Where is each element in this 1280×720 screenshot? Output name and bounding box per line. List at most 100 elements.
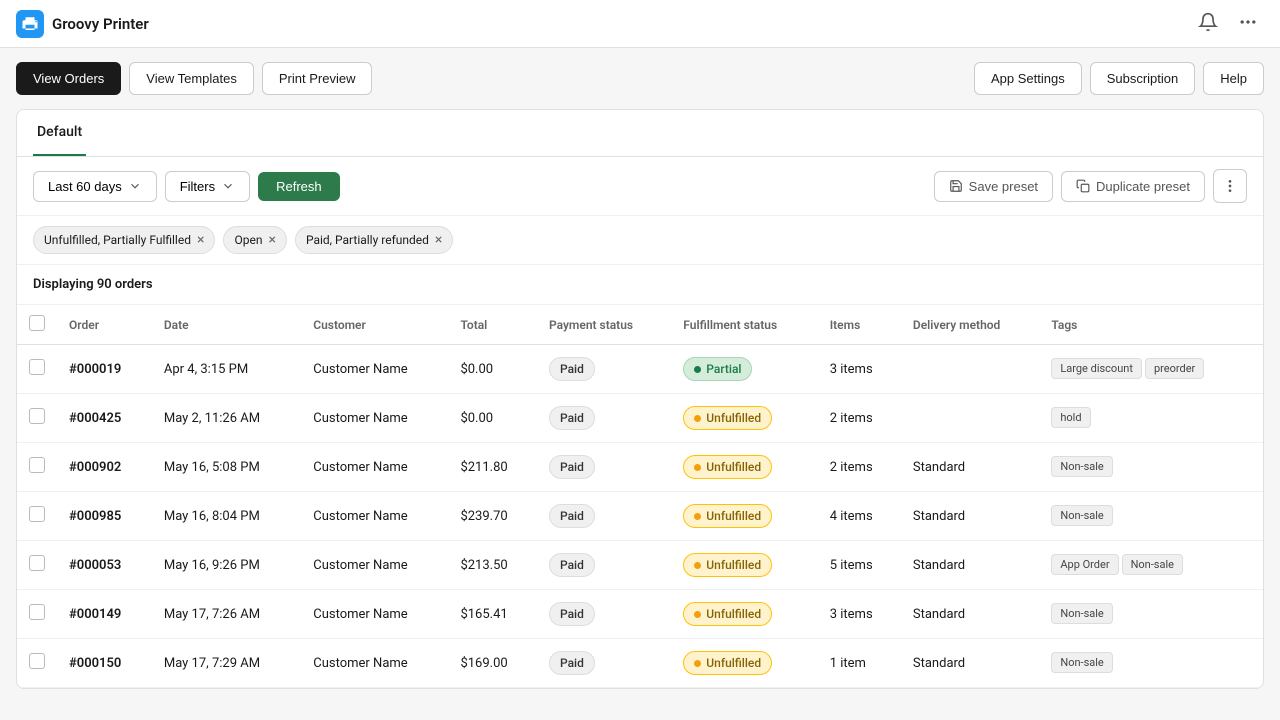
payment-badge: Paid <box>549 553 595 577</box>
view-templates-button[interactable]: View Templates <box>129 62 254 95</box>
col-tags: Tags <box>1039 305 1263 345</box>
order-total: $165.41 <box>448 590 537 639</box>
order-number[interactable]: #000019 <box>57 345 152 394</box>
more-actions-button[interactable] <box>1213 169 1247 203</box>
payment-badge: Paid <box>549 406 595 430</box>
navbar: View Orders View Templates Print Preview… <box>0 48 1280 109</box>
print-preview-button[interactable]: Print Preview <box>262 62 373 95</box>
order-payment-status: Paid <box>537 394 671 443</box>
fulfillment-badge: Unfulfilled <box>683 553 772 577</box>
order-customer: Customer Name <box>301 394 448 443</box>
order-customer: Customer Name <box>301 492 448 541</box>
order-payment-status: Paid <box>537 443 671 492</box>
more-options-icon[interactable] <box>1232 6 1264 42</box>
fulfillment-badge: Unfulfilled <box>683 651 772 675</box>
order-number[interactable]: #000149 <box>57 590 152 639</box>
topbar-right <box>1192 6 1264 42</box>
order-customer: Customer Name <box>301 443 448 492</box>
app-icon <box>16 10 44 38</box>
order-payment-status: Paid <box>537 492 671 541</box>
filter-right: Save preset Duplicate preset <box>934 169 1247 203</box>
order-number[interactable]: #000902 <box>57 443 152 492</box>
main-content: Default Last 60 days Filters Refresh Sav <box>0 109 1280 689</box>
bell-icon[interactable] <box>1192 6 1224 42</box>
order-number[interactable]: #000985 <box>57 492 152 541</box>
status-dot <box>694 366 701 373</box>
order-number[interactable]: #000425 <box>57 394 152 443</box>
col-date: Date <box>152 305 301 345</box>
row-checkbox-2[interactable] <box>29 457 45 473</box>
ellipsis-icon <box>1222 178 1238 194</box>
filter-chip-1: Open × <box>223 226 286 254</box>
order-date: May 2, 11:26 AM <box>152 394 301 443</box>
filters-button[interactable]: Filters <box>165 171 250 202</box>
filter-bar: Last 60 days Filters Refresh Save preset… <box>17 157 1263 216</box>
table-row: #000425 May 2, 11:26 AM Customer Name $0… <box>17 394 1263 443</box>
remove-filter-2[interactable]: × <box>435 232 442 248</box>
subscription-button[interactable]: Subscription <box>1090 62 1196 95</box>
chevron-down-icon <box>128 179 142 193</box>
tag: Non-sale <box>1122 554 1183 575</box>
topbar: Groovy Printer <box>0 0 1280 48</box>
order-items: 4 items <box>818 492 901 541</box>
row-checkbox-0[interactable] <box>29 359 45 375</box>
status-dot <box>694 513 701 520</box>
row-checkbox-4[interactable] <box>29 555 45 571</box>
payment-badge: Paid <box>549 651 595 675</box>
row-checkbox-1[interactable] <box>29 408 45 424</box>
order-fulfillment-status: Unfulfilled <box>671 590 817 639</box>
select-all-checkbox[interactable] <box>29 315 45 331</box>
tag: Non-sale <box>1051 652 1112 673</box>
table-row: #000019 Apr 4, 3:15 PM Customer Name $0.… <box>17 345 1263 394</box>
row-checkbox-3[interactable] <box>29 506 45 522</box>
order-total: $213.50 <box>448 541 537 590</box>
tag: Large discount <box>1051 358 1142 379</box>
order-date: May 16, 8:04 PM <box>152 492 301 541</box>
status-dot <box>694 562 701 569</box>
order-number[interactable]: #000150 <box>57 639 152 688</box>
remove-filter-1[interactable]: × <box>268 232 275 248</box>
fulfillment-badge: Unfulfilled <box>683 504 772 528</box>
fulfillment-badge: Unfulfilled <box>683 406 772 430</box>
order-number[interactable]: #000053 <box>57 541 152 590</box>
order-delivery: Standard <box>901 639 1039 688</box>
order-fulfillment-status: Unfulfilled <box>671 639 817 688</box>
order-items: 1 item <box>818 639 901 688</box>
row-checkbox-6[interactable] <box>29 653 45 669</box>
payment-badge: Paid <box>549 455 595 479</box>
tag: Non-sale <box>1051 456 1112 477</box>
order-delivery <box>901 345 1039 394</box>
order-fulfillment-status: Unfulfilled <box>671 443 817 492</box>
save-preset-button[interactable]: Save preset <box>934 171 1053 202</box>
navbar-right: App Settings Subscription Help <box>974 62 1264 95</box>
order-tags: Non-sale <box>1039 639 1263 688</box>
table-row: #000150 May 17, 7:29 AM Customer Name $1… <box>17 639 1263 688</box>
tag: Non-sale <box>1051 505 1112 526</box>
tab-default[interactable]: Default <box>33 110 86 156</box>
payment-badge: Paid <box>549 504 595 528</box>
row-checkbox-5[interactable] <box>29 604 45 620</box>
tag: hold <box>1051 407 1090 428</box>
order-customer: Customer Name <box>301 590 448 639</box>
order-date: May 17, 7:26 AM <box>152 590 301 639</box>
table-row: #000149 May 17, 7:26 AM Customer Name $1… <box>17 590 1263 639</box>
order-delivery: Standard <box>901 541 1039 590</box>
help-button[interactable]: Help <box>1203 62 1264 95</box>
order-total: $0.00 <box>448 345 537 394</box>
status-dot <box>694 464 701 471</box>
col-customer: Customer <box>301 305 448 345</box>
remove-filter-0[interactable]: × <box>197 232 204 248</box>
table-row: #000902 May 16, 5:08 PM Customer Name $2… <box>17 443 1263 492</box>
date-range-filter[interactable]: Last 60 days <box>33 171 157 202</box>
duplicate-preset-button[interactable]: Duplicate preset <box>1061 171 1205 202</box>
payment-badge: Paid <box>549 357 595 381</box>
order-total: $0.00 <box>448 394 537 443</box>
refresh-button[interactable]: Refresh <box>258 172 340 201</box>
view-orders-button[interactable]: View Orders <box>16 62 121 95</box>
fulfillment-badge: Unfulfilled <box>683 602 772 626</box>
chevron-down-icon-filters <box>221 179 235 193</box>
tag: App Order <box>1051 554 1118 575</box>
filter-chip-0: Unfulfilled, Partially Fulfilled × <box>33 226 215 254</box>
app-settings-button[interactable]: App Settings <box>974 62 1082 95</box>
order-delivery: Standard <box>901 590 1039 639</box>
